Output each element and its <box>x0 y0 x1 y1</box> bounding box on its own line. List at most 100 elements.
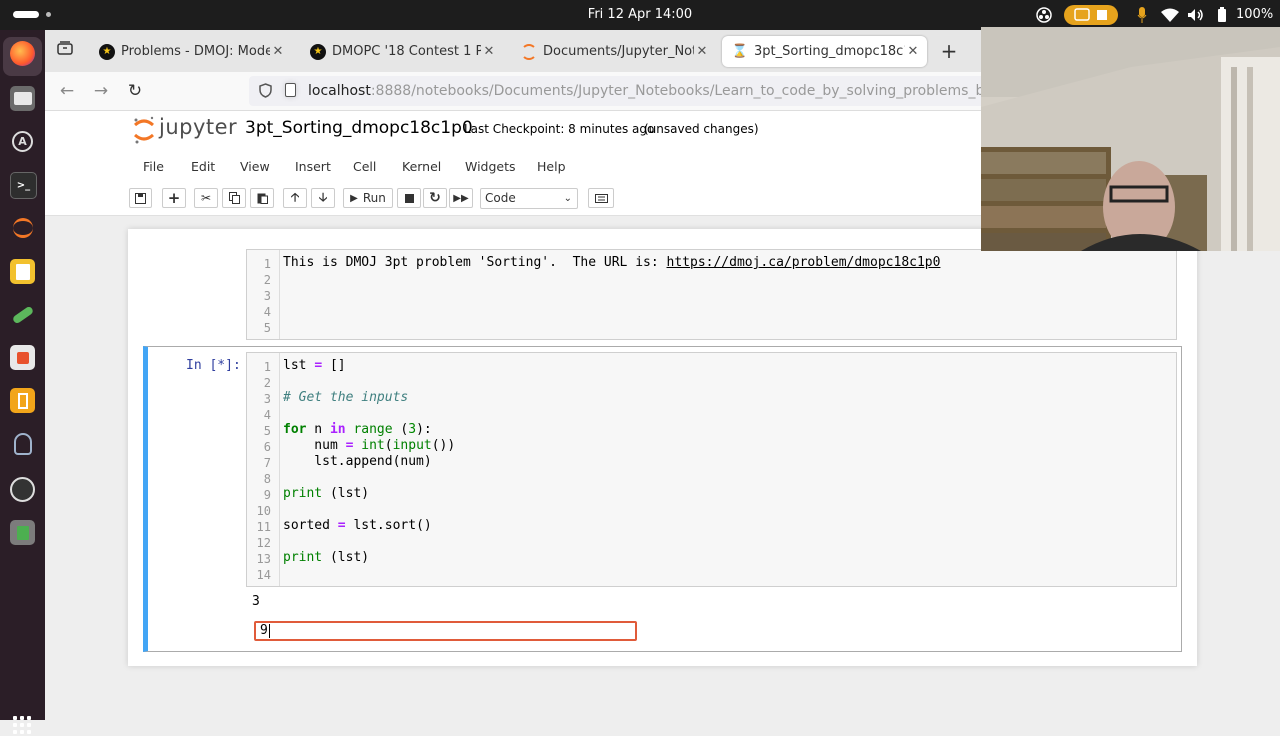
menu-widgets[interactable]: Widgets <box>465 159 516 174</box>
insert-cell-button[interactable]: + <box>162 188 186 208</box>
menu-cell[interactable]: Cell <box>353 159 376 174</box>
forward-icon[interactable]: → <box>90 80 112 102</box>
browser-tab-active[interactable]: ⌛ 3pt_Sorting_dmopc18c1p ✕ <box>722 36 927 67</box>
code-token: = <box>337 518 346 533</box>
code-line[interactable]: print (lst) <box>283 550 369 565</box>
chevron-down-icon: ⌄ <box>563 193 572 204</box>
menu-view[interactable]: View <box>240 159 270 174</box>
move-up-button[interactable]: 🡡 <box>283 188 307 208</box>
restart-kernel-button[interactable]: ↻ <box>423 188 447 208</box>
back-icon[interactable]: ← <box>56 80 78 102</box>
code-token: lst.append(num) <box>283 454 432 469</box>
code-line[interactable]: for n in range (3): <box>283 422 432 437</box>
code-cell-editor[interactable]: 1 2 3 4 5 6 7 8 9 10 11 12 13 14 lst = [… <box>246 352 1177 587</box>
pgadmin-icon[interactable] <box>10 431 35 456</box>
trash-icon[interactable] <box>10 520 35 545</box>
obs-icon[interactable] <box>10 477 35 502</box>
code-token: ( <box>384 438 393 453</box>
markdown-cell-editor[interactable]: 1 2 3 4 5 This is DMOJ 3pt problem 'Sort… <box>246 249 1177 340</box>
code-token: n <box>306 422 330 437</box>
system-top-bar: Fri 12 Apr 14:00 100% <box>0 0 1280 30</box>
play-icon: ▶ <box>350 192 358 204</box>
interrupt-kernel-button[interactable] <box>397 188 421 208</box>
cell-type-select[interactable]: Code ⌄ <box>480 188 578 209</box>
command-palette-button[interactable] <box>588 188 614 208</box>
run-button[interactable]: ▶ Run <box>343 188 393 208</box>
paste-button[interactable] <box>250 188 274 208</box>
jupyter-wordmark[interactable]: jupyter <box>159 115 237 139</box>
stdin-input[interactable]: 9 <box>254 621 637 641</box>
close-tab-icon[interactable]: ✕ <box>905 44 921 59</box>
battery-icon[interactable] <box>1213 5 1231 25</box>
code-line[interactable]: sorted = lst.sort() <box>283 518 432 533</box>
close-tab-icon[interactable]: ✕ <box>481 44 497 59</box>
obs-tray-icon[interactable] <box>1034 5 1054 25</box>
problem-link[interactable]: https://dmoj.ca/problem/dmopc18c1p0 <box>667 255 941 270</box>
menu-insert[interactable]: Insert <box>295 159 331 174</box>
line-number: 4 <box>263 305 271 319</box>
browser-tab[interactable]: ★ DMOPC '18 Contest 1 P0 ✕ <box>300 36 503 67</box>
copy-button[interactable] <box>222 188 246 208</box>
code-token: print <box>283 550 323 565</box>
jupyter-logo-icon[interactable] <box>132 116 156 144</box>
text-editor-icon[interactable] <box>10 259 35 284</box>
url-text[interactable]: localhost:8888/notebooks/Documents/Jupyt… <box>308 83 1014 99</box>
line-number: 4 <box>263 408 271 422</box>
microphone-icon[interactable] <box>1134 5 1150 25</box>
inkscape-icon[interactable] <box>10 302 35 327</box>
screen-share-indicator-icon[interactable] <box>1064 5 1118 25</box>
files-icon[interactable] <box>10 86 35 111</box>
code-line[interactable]: num = int(input()) <box>283 438 455 453</box>
new-tab-icon[interactable]: + <box>938 40 960 62</box>
code-line[interactable]: lst.append(num) <box>283 454 432 469</box>
code-token: sorted <box>283 518 338 533</box>
close-tab-icon[interactable]: ✕ <box>694 44 710 59</box>
firefox-icon[interactable] <box>10 41 35 66</box>
line-number: 10 <box>256 504 271 518</box>
cell-output: 3 <box>252 594 260 609</box>
line-number: 5 <box>263 321 271 335</box>
browser-tab[interactable]: ★ Problems - DMOJ: Moder ✕ <box>89 36 292 67</box>
battery-percentage[interactable]: 100% <box>1236 7 1273 22</box>
code-line[interactable]: # Get the inputs <box>283 390 408 405</box>
markdown-text[interactable]: This is DMOJ 3pt problem 'Sorting'. The … <box>283 255 940 270</box>
calculator-icon[interactable] <box>10 388 35 413</box>
menu-file[interactable]: File <box>143 159 164 174</box>
menu-help[interactable]: Help <box>537 159 566 174</box>
arrow-up-icon: 🡡 <box>290 189 300 204</box>
reload-icon[interactable]: ↻ <box>124 80 146 102</box>
page-info-icon[interactable] <box>285 83 296 97</box>
close-tab-icon[interactable]: ✕ <box>270 44 286 59</box>
code-line[interactable]: lst = [] <box>283 358 346 373</box>
text-caret <box>268 623 270 638</box>
plus-icon: + <box>167 189 181 207</box>
webcam-overlay <box>981 27 1280 251</box>
fast-forward-icon: ▶▶ <box>453 192 469 204</box>
notebook-name[interactable]: 3pt_Sorting_dmopc18c1p0 <box>245 118 473 138</box>
shield-icon[interactable] <box>259 83 272 98</box>
software-icon[interactable] <box>10 345 35 370</box>
jupyter-favicon-icon <box>521 43 537 60</box>
volume-icon[interactable] <box>1186 5 1206 25</box>
jupyter-icon[interactable] <box>10 215 35 240</box>
browser-tab[interactable]: Documents/Jupyter_Note ✕ <box>511 36 716 67</box>
save-button[interactable] <box>129 188 152 208</box>
line-number: 2 <box>263 273 271 287</box>
menu-edit[interactable]: Edit <box>191 159 215 174</box>
hourglass-favicon-icon: ⌛ <box>731 44 749 59</box>
tab-overview-icon[interactable] <box>54 40 76 62</box>
gutter-divider <box>279 353 280 586</box>
wifi-icon[interactable] <box>1160 5 1180 25</box>
code-line[interactable]: print (lst) <box>283 486 369 501</box>
cut-button[interactable]: ✂ <box>194 188 218 208</box>
menu-kernel[interactable]: Kernel <box>402 159 441 174</box>
anaconda-icon[interactable]: A <box>10 129 35 154</box>
line-number: 13 <box>256 552 271 566</box>
restart-run-all-button[interactable]: ▶▶ <box>449 188 473 208</box>
code-token: # Get the inputs <box>283 390 409 405</box>
code-token: input <box>392 438 432 453</box>
terminal-icon[interactable]: >_ <box>10 172 37 199</box>
show-apps-icon[interactable] <box>13 716 33 736</box>
line-number: 3 <box>263 392 271 406</box>
move-down-button[interactable]: 🡣 <box>311 188 335 208</box>
